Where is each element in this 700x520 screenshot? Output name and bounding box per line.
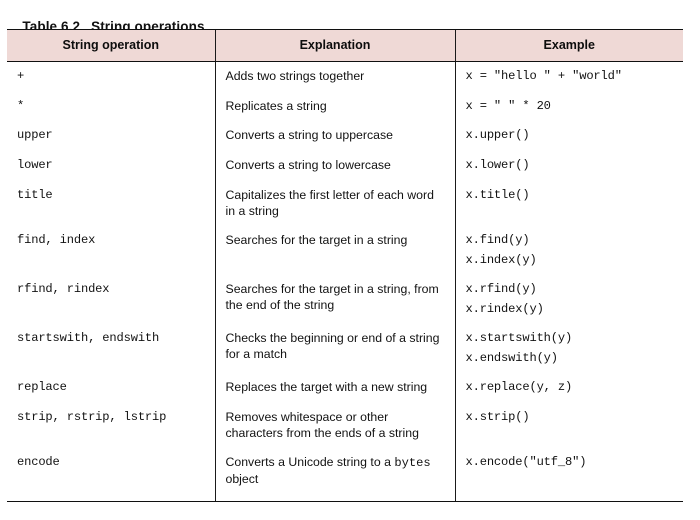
- example-code-line: x.title(): [465, 187, 530, 202]
- cell-example: x.lower(): [454, 151, 683, 181]
- example-code-line: x.encode("utf_8"): [465, 455, 587, 470]
- cell-explanation: Converts a string to uppercase: [214, 121, 455, 152]
- cell-string-operation: +: [17, 69, 25, 83]
- example-code-line: x.startswith(y): [465, 331, 573, 346]
- table-row: + Adds two strings together x = "hello " +…: [7, 61, 683, 92]
- explanation-text: Converts a Unicode string to a: [225, 455, 395, 470]
- cell-string-operation: title: [17, 187, 53, 202]
- example-code-line: x.lower(): [465, 158, 530, 173]
- cell-explanation: Converts a Unicode string to a bytes obj…: [214, 448, 455, 502]
- cell-string-operation: upper: [17, 128, 53, 143]
- example-code-line: x = " " * 20: [465, 98, 551, 113]
- cell-string-operation: replace: [17, 380, 67, 395]
- table-row: lower Converts a string to lowercase x.low…: [7, 151, 683, 181]
- table-row: encode Converts a Unicode string to a byt…: [7, 448, 683, 502]
- explanation-code-term: bytes: [394, 456, 431, 471]
- cell-example: x.replace(y, z): [454, 373, 683, 403]
- cell-example: x.rfind(y) x.rindex(y): [454, 275, 683, 325]
- example-code-line: x.find(y): [465, 233, 530, 248]
- example-code-line: x.index(y): [465, 252, 537, 267]
- cell-explanation: Searches for the target in a string, fro…: [214, 275, 455, 325]
- cell-example: x.startswith(y) x.endswith(y): [454, 324, 683, 374]
- cell-example: x.title(): [454, 180, 683, 227]
- column-header-string-operation: String operation: [7, 29, 215, 62]
- cell-example: x.upper(): [454, 121, 683, 152]
- example-code-line: x.upper(): [465, 128, 530, 143]
- cell-string-operation: *: [17, 98, 25, 113]
- cell-explanation: Adds two strings together: [214, 61, 455, 92]
- example-code-line: x.strip(): [465, 409, 530, 424]
- string-operations-table: String operation Explanation Example + Ad…: [7, 29, 683, 502]
- table-body: + Adds two strings together x = "hello " +…: [7, 61, 683, 502]
- cell-example: x.find(y) x.index(y): [454, 226, 683, 276]
- example-code-line: x.rfind(y): [465, 282, 537, 297]
- table-row: startswith, endswith Checks the beginning…: [7, 324, 683, 374]
- table-header: String operation Explanation Example: [7, 29, 683, 62]
- cell-explanation: Removes whitespace or other characters f…: [214, 402, 455, 449]
- cell-string-operation: find, index: [17, 233, 96, 248]
- cell-example: x = " " * 20: [454, 91, 683, 122]
- cell-explanation: Replicates a string: [214, 91, 455, 122]
- cell-string-operation: rfind, rindex: [17, 282, 110, 297]
- table-row: title Capitalizes the first letter of eac…: [7, 180, 683, 227]
- column-header-example: Example: [454, 29, 683, 62]
- table-row: find, index Searches for the target in a …: [7, 226, 683, 276]
- cell-example: x.strip(): [454, 402, 683, 449]
- cell-explanation: Replaces the target with a new string: [214, 373, 455, 403]
- example-code-line: x.replace(y, z): [465, 380, 573, 395]
- cell-string-operation: strip, rstrip, lstrip: [17, 409, 167, 424]
- cell-string-operation: startswith, endswith: [17, 331, 160, 346]
- table-row: * Replicates a string x = " " * 20: [7, 91, 683, 122]
- example-code-line: x.rindex(y): [465, 301, 544, 316]
- cell-explanation: Converts a string to lowercase: [214, 151, 455, 181]
- cell-example: x = "hello " + "world": [454, 61, 683, 92]
- table-row: upper Converts a string to uppercase x.upp…: [7, 121, 683, 152]
- table-row: rfind, rindex Searches for the target in …: [7, 275, 683, 325]
- table-header-row: String operation Explanation Example: [7, 29, 683, 62]
- string-operations-table-wrapper: String operation Explanation Example + Ad…: [7, 29, 683, 502]
- cell-explanation: Searches for the target in a string: [214, 226, 455, 276]
- column-header-explanation: Explanation: [214, 29, 455, 62]
- table-row: replace Replaces the target with a new st…: [7, 373, 683, 403]
- cell-example: x.encode("utf_8"): [454, 448, 683, 502]
- table-figure: Table 6.2 String operations String operat…: [0, 0, 700, 520]
- cell-explanation: Checks the beginning or end of a string …: [214, 324, 455, 374]
- example-code-line: x = "hello " + "world": [465, 69, 623, 83]
- explanation-text-suffix: object: [225, 471, 259, 486]
- cell-string-operation: lower: [17, 158, 53, 173]
- cell-string-operation: encode: [7, 448, 215, 502]
- example-code-line: x.endswith(y): [465, 350, 559, 365]
- table-row: strip, rstrip, lstrip Removes whitespace …: [7, 402, 683, 449]
- cell-explanation: Capitalizes the first letter of each wor…: [214, 180, 455, 227]
